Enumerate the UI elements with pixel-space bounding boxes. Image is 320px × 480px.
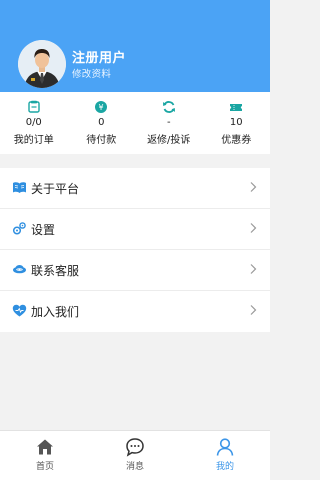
edit-profile-link[interactable]: 修改资料 (72, 66, 111, 80)
stat-repair-complaint[interactable]: - 返修/投诉 (135, 92, 203, 154)
stat-value: 0 (98, 117, 105, 128)
menu-item-label: 联系客服 (31, 264, 80, 278)
menu-item-settings[interactable]: 设置 (0, 209, 270, 250)
tab-label: 首页 (35, 462, 54, 472)
menu-item-label: 加入我们 (31, 305, 80, 319)
message-icon (126, 438, 144, 457)
profile-header: 注册用户 修改资料 (0, 0, 270, 92)
heart-icon (12, 304, 27, 317)
payment-icon: ¥ (95, 101, 108, 113)
tab-home[interactable]: 首页 (0, 431, 90, 480)
repair-icon (162, 101, 175, 113)
stat-coupons[interactable]: 10 优惠券 (203, 92, 271, 154)
stat-value: 10 (229, 117, 243, 128)
stat-orders[interactable]: 0/0 我的订单 (0, 92, 68, 154)
stat-value: 0/0 (25, 117, 42, 128)
bottom-tab-bar: 首页 消息 我的 (0, 430, 270, 480)
chevron-right-icon (250, 182, 257, 192)
user-name: 注册用户 (72, 51, 127, 66)
stat-label: 优惠券 (221, 135, 252, 146)
menu-list: 关于平台 设置 联系客服 加入我们 (0, 168, 270, 332)
chevron-right-icon (250, 305, 257, 315)
stat-pending-payment[interactable]: ¥ 0 待付款 (68, 92, 136, 154)
stat-label: 返修/投诉 (147, 135, 191, 146)
tab-label: 我的 (215, 462, 234, 472)
order-icon (28, 100, 40, 113)
customer-service-icon (13, 265, 26, 274)
stat-label: 我的订单 (13, 135, 54, 146)
avatar[interactable] (18, 40, 66, 88)
menu-item-label: 设置 (31, 223, 56, 237)
menu-item-label: 关于平台 (31, 182, 80, 196)
chevron-right-icon (250, 264, 257, 274)
profile-icon (216, 438, 234, 456)
stat-value: - (166, 117, 171, 128)
home-icon (37, 439, 53, 455)
tab-profile[interactable]: 我的 (180, 431, 270, 480)
avatar-image (18, 40, 66, 88)
tab-messages[interactable]: 消息 (90, 431, 180, 480)
menu-item-customer-service[interactable]: 联系客服 (0, 250, 270, 291)
tab-label: 消息 (125, 462, 144, 472)
settings-icon (12, 222, 26, 235)
stats-row: 0/0 我的订单 ¥ 0 待付款 - 返修/投诉 10 优惠券 (0, 92, 270, 154)
section-divider (0, 154, 270, 168)
menu-item-join-us[interactable]: 加入我们 (0, 291, 270, 332)
menu-item-about[interactable]: 关于平台 (0, 168, 270, 209)
coupon-icon (230, 104, 243, 111)
book-icon (13, 182, 26, 193)
chevron-right-icon (250, 223, 257, 233)
stat-label: 待付款 (86, 135, 117, 146)
svg-text:¥: ¥ (99, 103, 104, 112)
